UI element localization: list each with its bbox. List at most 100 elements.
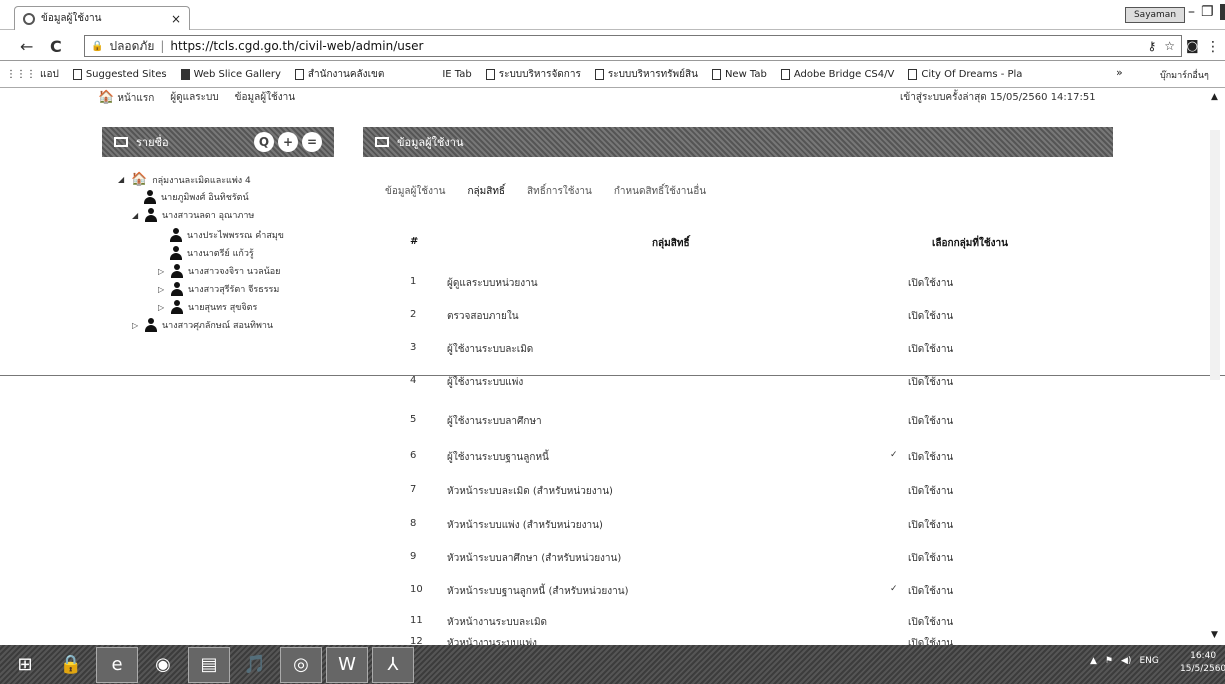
scroll-up-icon[interactable]: ▲ — [1211, 92, 1218, 102]
bookmark-item[interactable]: Adobe Bridge CS4/V — [780, 69, 894, 80]
close-window-icon[interactable]: ✕ — [1219, 4, 1225, 20]
row-status[interactable]: เปิดใช้งาน — [908, 551, 953, 566]
breadcrumb-home[interactable]: 🏠 หน้าแรก — [98, 90, 154, 106]
search-icon[interactable]: Q — [254, 132, 274, 152]
row-status[interactable]: เปิดใช้งาน — [908, 615, 953, 630]
last-login-text: เข้าสู่ระบบครั้งล่าสุด 15/05/2560 14:17:… — [900, 92, 1096, 103]
column-header-group: กลุ่มสิทธิ์ — [652, 238, 690, 249]
breadcrumb-admin[interactable]: ผู้ดูแลระบบ — [170, 90, 218, 106]
acrobat-icon[interactable]: ⅄ — [372, 646, 414, 683]
bookmark-item[interactable]: ระบบบริหารจัดการ — [485, 67, 581, 82]
other-bookmarks[interactable]: บุ๊กมาร์กอื่นๆ — [1160, 68, 1209, 82]
tree-node-user[interactable]: ▷ นางสาวศุภลักษณ์ สอนทิพาน — [132, 318, 273, 332]
row-number: 11 — [410, 615, 423, 626]
extension-icon[interactable]: ◙ — [1186, 39, 1199, 54]
back-icon[interactable]: ← — [20, 37, 33, 56]
list-panel-title: รายชื่อ — [136, 136, 169, 149]
bookmark-item[interactable]: สำนักงานคลังเขต — [294, 67, 384, 82]
tray-expand-icon[interactable]: ▲ — [1090, 656, 1097, 666]
page-icon — [72, 69, 82, 80]
collapse-icon[interactable]: ◢ — [118, 175, 126, 184]
row-group-name: หัวหน้าระบบละเมิด (สำหรับหน่วยงาน) — [447, 486, 613, 497]
row-status[interactable]: เปิดใช้งาน — [908, 484, 953, 499]
page-scrollbar[interactable] — [1210, 130, 1220, 380]
bookmark-item[interactable]: New Tab — [711, 69, 767, 80]
language-indicator[interactable]: ENG — [1139, 656, 1158, 666]
row-status[interactable]: เปิดใช้งาน — [908, 375, 953, 390]
chrome-active-icon[interactable]: ◎ — [280, 646, 322, 683]
person-icon — [145, 318, 157, 332]
browser-tab[interactable]: ข้อมูลผู้ใช้งาน × — [14, 6, 190, 30]
tree-node-group[interactable]: ◢ 🏠 กลุ่มงานละเมิดและแพ่ง 4 — [118, 172, 251, 187]
expand-icon[interactable]: ▷ — [132, 321, 140, 330]
expand-icon[interactable]: ▷ — [158, 267, 166, 276]
address-bar[interactable]: 🔒 ปลอดภัย | https://tcls.cgd.go.th/civil… — [84, 35, 1182, 57]
tree-node-user[interactable]: นายภูมิพงศ์ อินทิชรัตน์ — [144, 190, 249, 204]
scroll-down-icon[interactable]: ▼ — [1211, 630, 1218, 640]
profile-button[interactable]: Sayaman — [1125, 7, 1185, 23]
reload-icon[interactable]: C — [50, 37, 62, 56]
tab-other-rights[interactable]: กำหนดสิทธิ์ใช้งานอื่น — [614, 184, 706, 199]
tree-node-user[interactable]: ▷ นางสาวสุรีรัตา จีรธรรม — [158, 282, 279, 296]
chrome-icon[interactable]: ◉ — [142, 647, 184, 683]
user-tabs: ข้อมูลผู้ใช้งาน กลุ่มสิทธิ์ สิทธิ์การใช้… — [385, 184, 706, 199]
add-icon[interactable]: + — [278, 132, 298, 152]
row-group-name: ผู้ใช้งานระบบลาศึกษา — [447, 416, 542, 427]
windows-start-icon[interactable]: ⊞ — [4, 647, 46, 683]
collapse-icon[interactable]: ◢ — [132, 211, 140, 220]
row-status[interactable]: เปิดใช้งาน — [908, 450, 953, 465]
tree-node-label: นางสาวสุรีรัตา จีรธรรม — [188, 285, 280, 295]
expand-icon[interactable]: ▷ — [158, 285, 166, 294]
row-status[interactable]: เปิดใช้งาน — [908, 584, 953, 599]
bookmark-item[interactable]: City Of Dreams - Pla — [908, 69, 1022, 80]
row-group-name: ผู้ดูแลระบบหน่วยงาน — [447, 278, 538, 289]
clock-time: 16:40 — [1190, 651, 1217, 661]
tab-user-info[interactable]: ข้อมูลผู้ใช้งาน — [385, 184, 445, 199]
bookmarks-overflow-icon[interactable]: » — [1116, 66, 1123, 79]
store-icon[interactable]: 🔒 — [50, 647, 92, 683]
row-status[interactable]: เปิดใช้งาน — [908, 414, 953, 429]
browser-menu-icon[interactable]: ⋮ — [1206, 39, 1220, 55]
table-row[interactable]: 4 ผู้ใช้งานระบบแพ่ง เปิดใช้งาน — [380, 361, 1100, 401]
media-player-icon[interactable]: 🎵 — [234, 647, 276, 683]
row-status[interactable]: เปิดใช้งาน — [908, 636, 953, 645]
row-status[interactable]: เปิดใช้งาน — [908, 518, 953, 533]
tab-close-icon[interactable]: × — [171, 12, 181, 26]
bookmark-item[interactable]: Suggested Sites — [72, 69, 167, 80]
bookmark-apps[interactable]: ⋮⋮⋮ แอป — [6, 67, 59, 82]
bookmark-star-icon[interactable]: ☆ — [1164, 39, 1175, 53]
bookmark-label: City Of Dreams - Pla — [921, 69, 1023, 80]
expand-icon[interactable]: ▷ — [158, 303, 166, 312]
maximize-icon[interactable]: ❐ — [1201, 4, 1214, 20]
tree-node-user[interactable]: นางประไพพรรณ คำสมุข — [170, 228, 284, 242]
internet-explorer-icon[interactable]: e — [96, 646, 138, 683]
url-text[interactable]: https://tcls.cgd.go.th/civil-web/admin/u… — [170, 39, 423, 53]
row-status[interactable]: เปิดใช้งาน — [908, 276, 953, 291]
row-status[interactable]: เปิดใช้งาน — [908, 309, 953, 324]
page-icon — [294, 69, 304, 80]
tree-node-user[interactable]: ▷ นางสาวจงจิรา นวลน้อย — [158, 264, 280, 278]
tree-node-user[interactable]: นางนาตรีย์ แก้วรู้ — [170, 246, 254, 260]
tab-permission-group[interactable]: กลุ่มสิทธิ์ — [467, 184, 505, 199]
person-icon — [170, 246, 182, 260]
page-icon — [711, 69, 721, 80]
bookmark-item[interactable]: ระบบบริหารทรัพย์สิน — [594, 67, 698, 82]
word-icon[interactable]: W — [326, 646, 368, 683]
table-row[interactable]: 12 หัวหน้างานระบบแพ่ง เปิดใช้งาน — [380, 629, 1100, 645]
flag-icon[interactable]: ⚑ — [1105, 656, 1113, 666]
bookmark-item[interactable]: Web Slice Gallery — [180, 69, 281, 80]
volume-icon[interactable]: ◀) — [1121, 656, 1131, 666]
taskbar-clock[interactable]: 16:40 15/5/2560 — [1180, 650, 1225, 676]
menu-icon[interactable]: = — [302, 132, 322, 152]
breadcrumb-user-info[interactable]: ข้อมูลผู้ใช้งาน — [235, 90, 295, 106]
key-icon[interactable]: ⚷ — [1147, 39, 1156, 53]
row-status[interactable]: เปิดใช้งาน — [908, 342, 953, 357]
minimize-icon[interactable]: – — [1188, 4, 1195, 20]
file-explorer-icon[interactable]: ▤ — [188, 646, 230, 683]
tab-usage-rights[interactable]: สิทธิ์การใช้งาน — [527, 184, 592, 199]
tree-node-user[interactable]: ◢ นางสาวนลดา อุณาภาษ — [132, 208, 254, 222]
bookmark-item[interactable]: IE Tab — [442, 69, 471, 80]
page-icon — [180, 69, 190, 80]
tree-node-user[interactable]: ▷ นายสุนทร สุขจิตร — [158, 300, 257, 314]
table-row[interactable]: 5 ผู้ใช้งานระบบลาศึกษา เปิดใช้งาน — [380, 400, 1100, 440]
